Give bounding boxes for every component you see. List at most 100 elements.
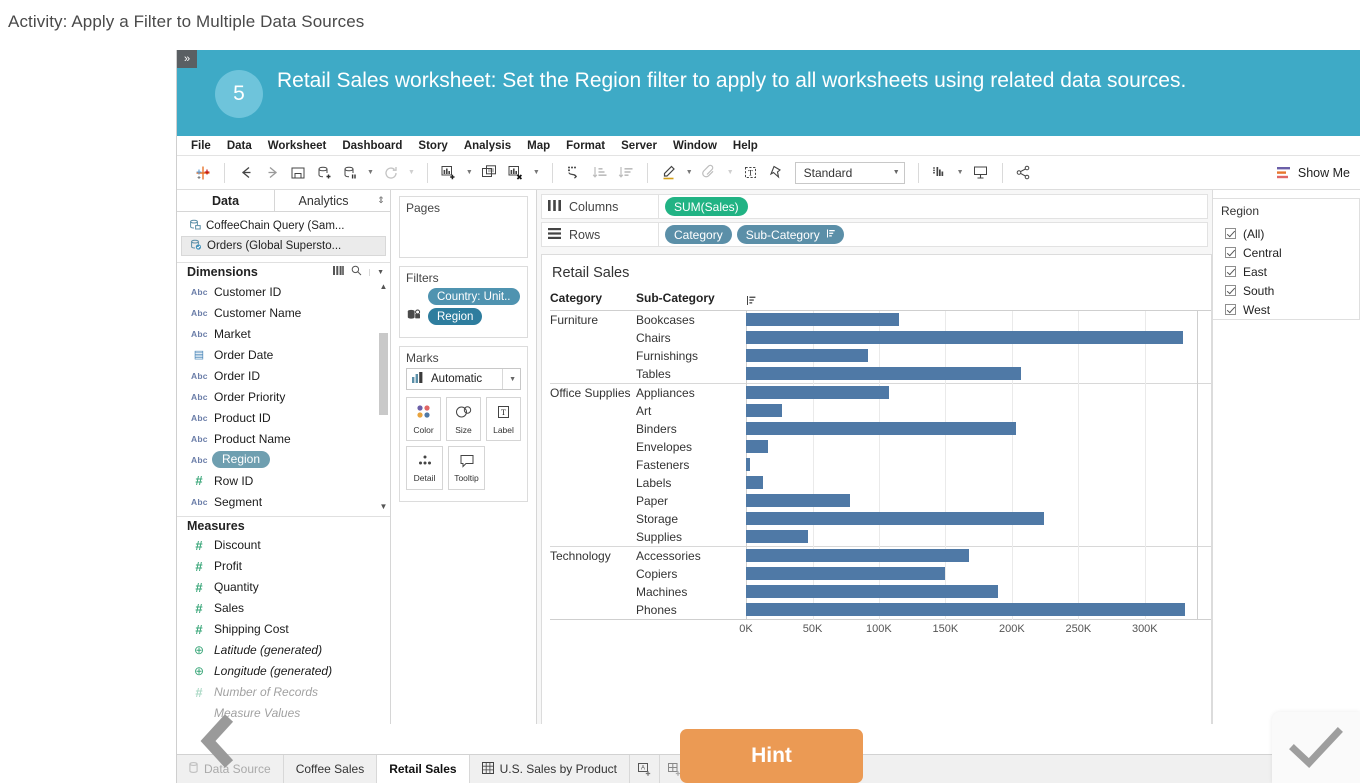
previous-step-button[interactable] bbox=[196, 712, 242, 773]
row-label[interactable]: Appliances bbox=[636, 384, 746, 402]
tab-analytics[interactable]: Analytics bbox=[275, 190, 372, 212]
region-filter-item-east[interactable]: East bbox=[1213, 262, 1359, 281]
group-by-folder-icon[interactable] bbox=[333, 266, 344, 278]
menu-analysis[interactable]: Analysis bbox=[464, 140, 511, 152]
done-button[interactable] bbox=[1272, 712, 1360, 783]
marks-label-button[interactable]: T Label bbox=[486, 397, 521, 441]
dimension-market[interactable]: Abc Market bbox=[177, 323, 390, 344]
menu-file[interactable]: File bbox=[191, 140, 211, 152]
region-filter-item-central[interactable]: Central bbox=[1213, 243, 1359, 262]
bar-mark[interactable] bbox=[746, 367, 1022, 380]
measure-discount[interactable]: # Discount bbox=[177, 535, 390, 556]
measure-profit[interactable]: # Profit bbox=[177, 556, 390, 577]
row-label[interactable]: Paper bbox=[636, 492, 746, 510]
region-filter-item-west[interactable]: West bbox=[1213, 300, 1359, 319]
dimension-customer-id[interactable]: Abc Customer ID bbox=[177, 281, 390, 302]
measure-shipping-cost[interactable]: # Shipping Cost bbox=[177, 619, 390, 640]
filter-pill-country[interactable]: Country: Unit.. bbox=[428, 288, 520, 305]
pin-icon[interactable] bbox=[765, 161, 789, 185]
column-header-category[interactable]: Category bbox=[550, 291, 636, 310]
fix-axes-caret-icon[interactable]: ▼ bbox=[724, 169, 737, 176]
fit-dropdown[interactable]: Standard ▼ bbox=[794, 161, 905, 184]
bar-mark[interactable] bbox=[746, 603, 1185, 616]
row-label[interactable]: Chairs bbox=[636, 329, 746, 347]
tab-us-sales-by-product[interactable]: U.S. Sales by Product bbox=[470, 755, 630, 783]
swap-rows-columns-icon[interactable] bbox=[562, 161, 586, 185]
label-icon[interactable]: T bbox=[739, 161, 763, 185]
bar-mark[interactable] bbox=[746, 422, 1017, 435]
dimensions-scrollbar[interactable]: ▲ ▼ bbox=[379, 281, 388, 513]
checkbox-icon[interactable] bbox=[1225, 285, 1236, 296]
row-label[interactable]: Supplies bbox=[636, 528, 746, 546]
row-label[interactable]: Furnishings bbox=[636, 347, 746, 365]
data-source-orders[interactable]: Orders (Global Supersto... bbox=[181, 236, 386, 257]
measure-longitude[interactable]: ⊕ Longitude (generated) bbox=[177, 661, 390, 682]
bar-mark[interactable] bbox=[746, 404, 783, 417]
dimension-product-name[interactable]: Abc Product Name bbox=[177, 428, 390, 449]
dimension-row-id[interactable]: # Row ID bbox=[177, 470, 390, 491]
hint-button[interactable]: Hint bbox=[680, 729, 863, 783]
measure-number-of-records[interactable]: # Number of Records bbox=[177, 682, 390, 703]
measure-latitude[interactable]: ⊕ Latitude (generated) bbox=[177, 640, 390, 661]
bar-mark[interactable] bbox=[746, 458, 750, 471]
bar-mark[interactable] bbox=[746, 585, 998, 598]
dimension-customer-name[interactable]: Abc Customer Name bbox=[177, 302, 390, 323]
new-data-source-icon[interactable] bbox=[312, 161, 336, 185]
refresh-dropdown-caret-icon[interactable]: ▼ bbox=[405, 169, 418, 176]
dimension-order-date[interactable]: ▤ Order Date bbox=[177, 344, 390, 365]
mark-type-dropdown[interactable]: Automatic ▼ bbox=[406, 368, 521, 390]
bar-mark[interactable] bbox=[746, 313, 899, 326]
menu-data[interactable]: Data bbox=[227, 140, 252, 152]
row-label[interactable]: Accessories bbox=[636, 547, 746, 565]
bar-mark[interactable] bbox=[746, 331, 1183, 344]
scroll-down-icon[interactable]: ▼ bbox=[379, 501, 388, 512]
row-label[interactable]: Labels bbox=[636, 474, 746, 492]
marks-detail-button[interactable]: Detail bbox=[406, 446, 443, 490]
sort-ascending-icon[interactable] bbox=[588, 161, 612, 185]
menu-server[interactable]: Server bbox=[621, 140, 657, 152]
menu-dashboard[interactable]: Dashboard bbox=[342, 140, 402, 152]
back-arrow-icon[interactable] bbox=[234, 161, 258, 185]
chart-x-axis[interactable]: 0K 50K 100K 150K 200K 250K 300K bbox=[739, 620, 1198, 642]
row-label[interactable]: Phones bbox=[636, 601, 746, 619]
filter-pill-region[interactable]: Region bbox=[428, 308, 483, 325]
menu-worksheet[interactable]: Worksheet bbox=[268, 140, 327, 152]
menu-format[interactable]: Format bbox=[566, 140, 605, 152]
pill-sub-category[interactable]: Sub-Category bbox=[736, 225, 844, 244]
pause-dropdown-caret-icon[interactable]: ▼ bbox=[364, 169, 377, 176]
bar-mark[interactable] bbox=[746, 440, 768, 453]
clear-sheet-icon[interactable] bbox=[504, 161, 528, 185]
marks-tooltip-button[interactable]: Tooltip bbox=[448, 446, 485, 490]
new-worksheet-icon[interactable]: A bbox=[630, 755, 660, 783]
checkbox-icon[interactable] bbox=[1225, 228, 1236, 239]
menu-map[interactable]: Map bbox=[527, 140, 550, 152]
row-label[interactable]: Binders bbox=[636, 420, 746, 438]
collapse-panel-button[interactable]: » bbox=[177, 50, 197, 68]
dimensions-menu-caret-icon[interactable]: ▼ bbox=[369, 268, 384, 276]
new-dashboard-icon[interactable] bbox=[478, 161, 502, 185]
dimension-region[interactable]: Abc Region bbox=[177, 449, 390, 470]
row-label[interactable]: Fasteners bbox=[636, 456, 746, 474]
row-label[interactable]: Art bbox=[636, 402, 746, 420]
pill-category[interactable]: Category bbox=[665, 225, 732, 244]
measure-sales[interactable]: # Sales bbox=[177, 598, 390, 619]
measure-quantity[interactable]: # Quantity bbox=[177, 577, 390, 598]
fix-axes-icon[interactable] bbox=[698, 161, 722, 185]
search-icon[interactable] bbox=[351, 265, 362, 279]
bar-mark[interactable] bbox=[746, 512, 1044, 525]
pane-resize-handle-icon[interactable]: ⇕ bbox=[372, 190, 390, 211]
pause-auto-update-icon[interactable] bbox=[338, 161, 362, 185]
row-label[interactable]: Bookcases bbox=[636, 311, 746, 329]
checkbox-icon[interactable] bbox=[1225, 266, 1236, 277]
tab-data[interactable]: Data bbox=[177, 190, 275, 212]
dimension-segment[interactable]: Abc Segment bbox=[177, 491, 390, 512]
region-filter-item-south[interactable]: South bbox=[1213, 281, 1359, 300]
marks-size-button[interactable]: Size bbox=[446, 397, 481, 441]
new-worksheet-icon[interactable] bbox=[437, 161, 461, 185]
tab-retail-sales[interactable]: Retail Sales bbox=[377, 755, 470, 783]
fit-axes-icon[interactable] bbox=[928, 161, 952, 185]
bar-mark[interactable] bbox=[746, 476, 763, 489]
bar-mark[interactable] bbox=[746, 530, 808, 543]
checkbox-icon[interactable] bbox=[1225, 247, 1236, 258]
scroll-up-icon[interactable]: ▲ bbox=[379, 281, 388, 292]
